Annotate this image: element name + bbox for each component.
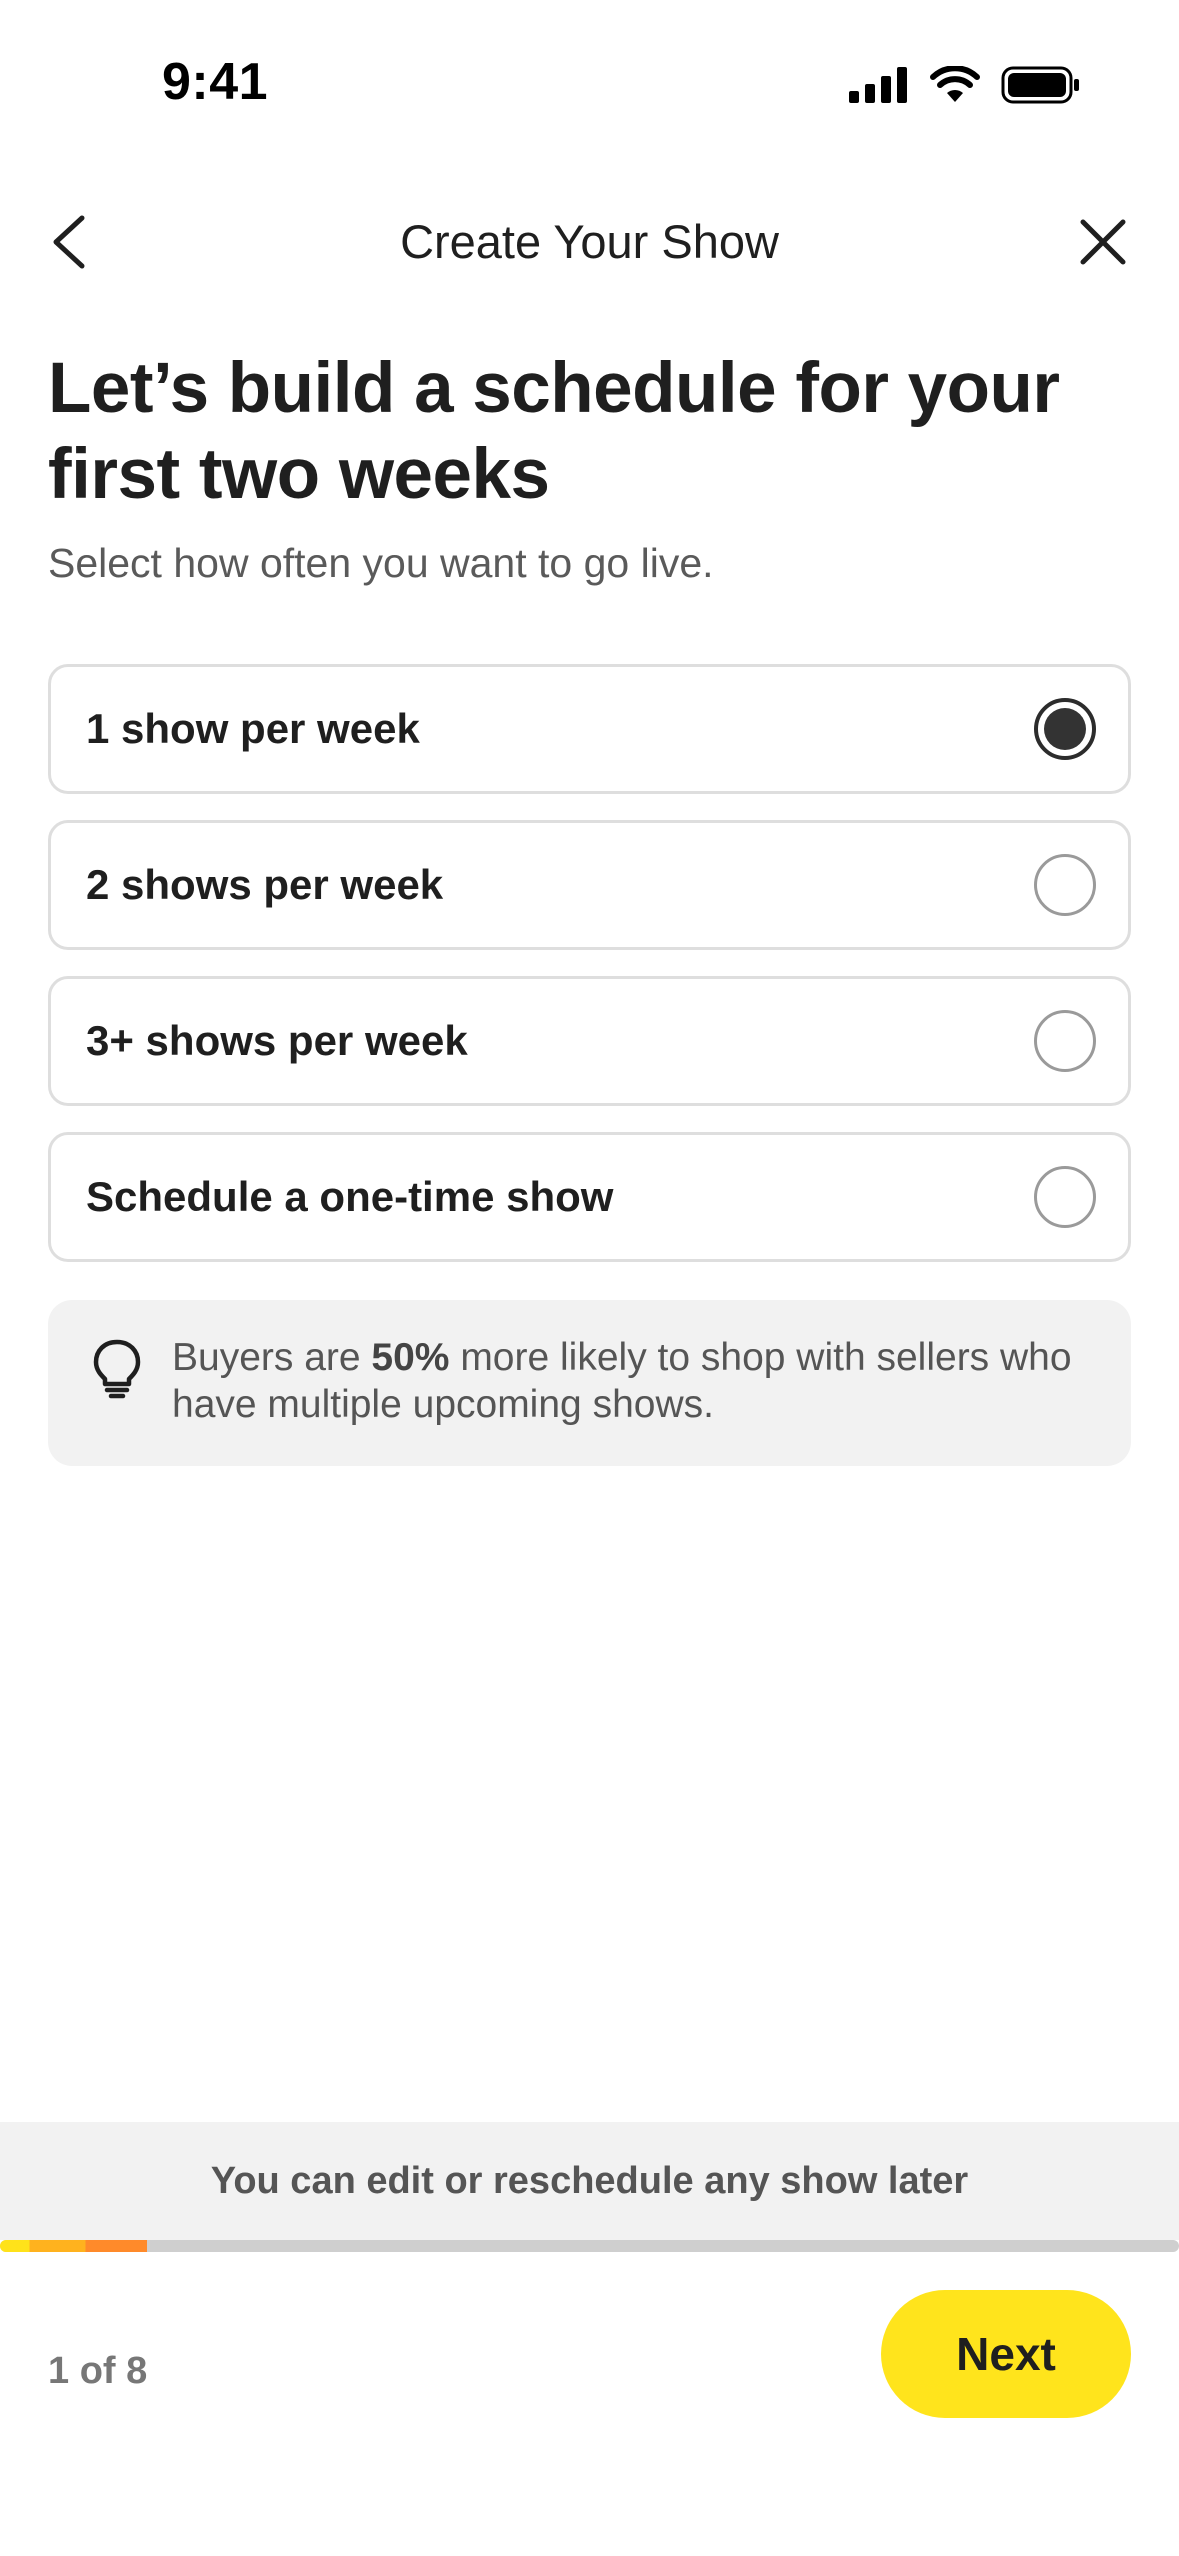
next-button[interactable]: Next xyxy=(881,2290,1131,2418)
step-counter: 1 of 8 xyxy=(48,2350,148,2392)
tip-box: Buyers are 50% more likely to shop with … xyxy=(48,1300,1131,1466)
option-3-plus-shows-per-week[interactable]: 3+ shows per week xyxy=(48,976,1131,1106)
tip-prefix: Buyers are xyxy=(172,1336,372,1379)
option-label: Schedule a one-time show xyxy=(86,1173,614,1220)
status-time: 9:41 xyxy=(162,53,269,111)
option-one-time-show[interactable]: Schedule a one-time show xyxy=(48,1132,1131,1262)
progress-fill xyxy=(0,2240,148,2252)
option-1-show-per-week[interactable]: 1 show per week xyxy=(48,664,1131,794)
option-label: 3+ shows per week xyxy=(86,1017,468,1064)
radio-unselected[interactable] xyxy=(1034,1010,1096,1072)
radio-selected[interactable] xyxy=(1034,698,1096,760)
tip-highlight: 50% xyxy=(371,1336,450,1379)
option-2-shows-per-week[interactable]: 2 shows per week xyxy=(48,820,1131,950)
radio-unselected[interactable] xyxy=(1034,854,1096,916)
radio-dot xyxy=(1044,708,1086,750)
radio-unselected[interactable] xyxy=(1034,1166,1096,1228)
wifi-icon xyxy=(930,66,980,102)
battery-icon xyxy=(1001,66,1079,104)
tip-text: Buyers are 50% more likely to shop with … xyxy=(172,1334,1072,1428)
progress-bar xyxy=(0,2240,1179,2252)
page-heading: Let’s build a schedule for your first tw… xyxy=(48,349,1060,514)
frequency-options: 1 show per week 2 shows per week 3+ show… xyxy=(48,664,1131,1288)
close-icon[interactable] xyxy=(1075,214,1131,270)
edit-later-banner: You can edit or reschedule any show late… xyxy=(0,2122,1179,2240)
signal-icon xyxy=(849,67,907,103)
page-subheading: Select how often you want to go live. xyxy=(48,540,714,586)
create-show-screen: 9:41 Create Your Show Let’s build a sche… xyxy=(0,0,1179,2556)
nav-title: Create Your Show xyxy=(400,215,779,268)
option-label: 1 show per week xyxy=(86,705,420,752)
option-label: 2 shows per week xyxy=(86,861,444,908)
lightbulb-icon xyxy=(93,1339,141,1399)
status-icons xyxy=(849,66,1081,104)
